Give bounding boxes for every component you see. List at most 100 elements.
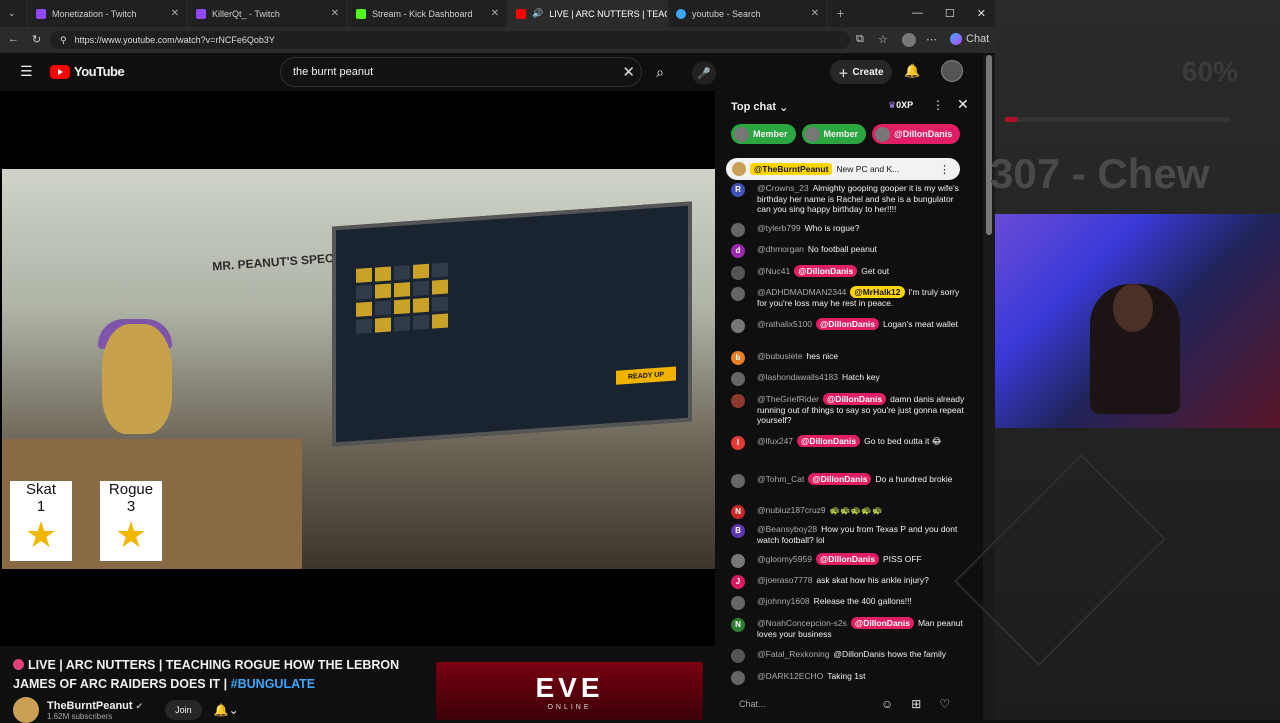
chat-author[interactable]: @TheGriefRider <box>757 394 819 404</box>
back-icon[interactable]: ← <box>8 33 19 45</box>
voice-search-button[interactable]: 🎤 <box>692 61 716 85</box>
clear-search-icon[interactable]: ✕ <box>622 63 635 81</box>
copilot-button[interactable]: Chat <box>950 33 989 45</box>
chat-input[interactable]: Chat... <box>731 694 881 714</box>
notifications-bell-icon[interactable]: 🔔 <box>904 63 920 79</box>
emoji-icon[interactable]: ☺ <box>881 697 893 711</box>
avatar[interactable]: N <box>731 505 745 519</box>
close-chat-icon[interactable]: ✕ <box>957 96 969 113</box>
chat-author[interactable]: @ADHDMADMAN2344 <box>757 287 846 297</box>
channel-avatar[interactable] <box>13 697 39 723</box>
chat-author[interactable]: @gloomy5959 <box>757 554 812 564</box>
pinned-menu-icon[interactable]: ⋮ <box>939 163 950 176</box>
chat-author[interactable]: @bubusiete <box>757 351 803 361</box>
chat-author[interactable]: @tylerb799 <box>757 223 801 233</box>
chat-author[interactable]: @Fatal_Rexkoning <box>757 649 829 659</box>
avatar[interactable]: R <box>731 183 745 197</box>
chat-author[interactable]: @dhmorgan <box>757 244 804 254</box>
avatar[interactable]: B <box>731 524 745 538</box>
hashtag-link[interactable]: #BUNGULATE <box>231 677 316 691</box>
avatar[interactable] <box>731 372 745 386</box>
browser-tab[interactable]: Monetization - Twitch ✕ <box>28 0 188 27</box>
new-tab-button[interactable]: ＋ <box>828 0 854 27</box>
chat-author[interactable]: @NoahConcepcion-s2s <box>757 618 847 628</box>
tab-list-button[interactable]: ⌄ <box>0 0 28 27</box>
channel-name[interactable]: TheBurntPeanut ✔ <box>47 700 143 712</box>
avatar[interactable] <box>731 596 745 610</box>
site-info-icon[interactable]: ⚲ <box>60 35 67 46</box>
avatar[interactable]: b <box>731 351 745 365</box>
chat-author[interactable]: @Nuc41 <box>757 266 790 276</box>
create-button[interactable]: ＋ Create <box>830 60 892 84</box>
avatar[interactable] <box>731 649 745 663</box>
speaker-icon[interactable]: 🔊 <box>532 8 543 19</box>
mention-chip[interactable]: @DillonDanis <box>850 617 914 629</box>
avatar[interactable] <box>731 266 745 280</box>
xp-badge[interactable]: ♛0XP <box>888 100 913 111</box>
close-tab-icon[interactable]: ✕ <box>171 8 179 19</box>
member-chip[interactable]: Member <box>801 124 867 144</box>
super-chat-icon[interactable]: ⊞ <box>911 697 921 711</box>
mention-chip[interactable]: @DillonDanis <box>823 393 887 405</box>
url-field[interactable]: ⚲ https://www.youtube.com/watch?v=rNCFe6… <box>50 31 850 49</box>
youtube-logo[interactable]: YouTube <box>50 64 125 79</box>
mention-chip[interactable]: @DillonDanis <box>808 473 872 485</box>
chat-author[interactable]: @johnny1608 <box>757 596 810 606</box>
chat-author[interactable]: @lashondawalls4183 <box>757 372 838 382</box>
close-tab-icon[interactable]: ✕ <box>811 8 819 19</box>
chat-author[interactable]: @lfux247 <box>757 436 793 446</box>
heart-icon[interactable]: ♡ <box>939 697 950 711</box>
avatar[interactable] <box>731 474 745 488</box>
mention-chip[interactable]: @DillonDanis <box>815 318 879 330</box>
chat-author[interactable]: @joeraso7778 <box>757 575 812 585</box>
favorites-icon[interactable]: ☆ <box>878 33 888 46</box>
avatar[interactable]: I <box>731 436 745 450</box>
avatar[interactable] <box>731 671 745 685</box>
ad-banner[interactable]: EVE ONLINE <box>436 662 703 720</box>
join-button[interactable]: Join <box>165 700 202 720</box>
account-avatar[interactable] <box>941 60 963 82</box>
hamburger-menu-icon[interactable]: ☰ <box>20 63 33 80</box>
minimize-icon[interactable]: — <box>912 7 923 20</box>
close-tab-icon[interactable]: ✕ <box>491 8 499 19</box>
notification-bell-icon[interactable]: 🔔⌄ <box>214 703 239 717</box>
member-chip[interactable]: Member <box>731 124 796 144</box>
mention-chip[interactable]: @DillonDanis <box>794 265 858 277</box>
scrollbar-thumb[interactable] <box>986 55 992 235</box>
search-input[interactable]: the burnt peanut ✕ <box>280 57 642 87</box>
avatar[interactable] <box>731 319 745 333</box>
chat-author[interactable]: @Tohm_Cat <box>757 474 804 484</box>
avatar[interactable]: J <box>731 575 745 589</box>
close-window-icon[interactable]: ✕ <box>977 7 986 20</box>
chat-author[interactable]: @Beansyboy28 <box>757 524 817 534</box>
video-player[interactable]: MR. PEANUT'S SPECIAL ADULT LEARNING CENT… <box>0 91 715 646</box>
chat-author[interactable]: @Crowns_23 <box>757 183 809 193</box>
refresh-icon[interactable]: ↻ <box>32 33 41 46</box>
extensions-icon[interactable]: ⧉ <box>856 33 864 46</box>
browser-tab[interactable]: Stream - Kick Dashboard ✕ <box>348 0 508 27</box>
chat-author[interactable]: @nubiuz187cruz9 <box>757 505 826 515</box>
avatar[interactable] <box>731 554 745 568</box>
browser-tab-active[interactable]: 🔊 LIVE | ARC NUTTERS | TEAC ✕ <box>508 0 668 27</box>
search-button[interactable]: ⌕ <box>643 57 677 87</box>
avatar[interactable] <box>731 287 745 301</box>
close-tab-icon[interactable]: ✕ <box>331 8 339 19</box>
chat-mode-dropdown[interactable]: Top chat <box>731 101 776 113</box>
mention-chip[interactable]: @MrHalk12 <box>850 286 905 298</box>
chat-author[interactable]: @DARK12ECHO <box>757 671 823 681</box>
profile-avatar[interactable] <box>902 33 916 47</box>
browser-tab[interactable]: KillerQt_ - Twitch ✕ <box>188 0 348 27</box>
chevron-down-icon[interactable]: ⌄ <box>779 101 788 114</box>
avatar[interactable] <box>731 223 745 237</box>
mention-chip[interactable]: @DillonDanis <box>815 553 879 565</box>
chat-menu-icon[interactable]: ⋮ <box>932 98 944 112</box>
avatar[interactable]: d <box>731 244 745 258</box>
pinned-message[interactable]: @TheBurntPeanut New PC and K... ⋮ <box>726 158 960 180</box>
mention-chip[interactable]: @DillonDanis <box>797 435 861 447</box>
maximize-icon[interactable]: ☐ <box>945 7 955 20</box>
chat-author[interactable]: @rathalix5100 <box>757 319 812 329</box>
browser-tab[interactable]: youtube - Search ✕ <box>668 0 828 27</box>
avatar[interactable] <box>731 394 745 408</box>
avatar[interactable]: N <box>731 618 745 632</box>
more-icon[interactable]: ⋯ <box>926 33 937 46</box>
